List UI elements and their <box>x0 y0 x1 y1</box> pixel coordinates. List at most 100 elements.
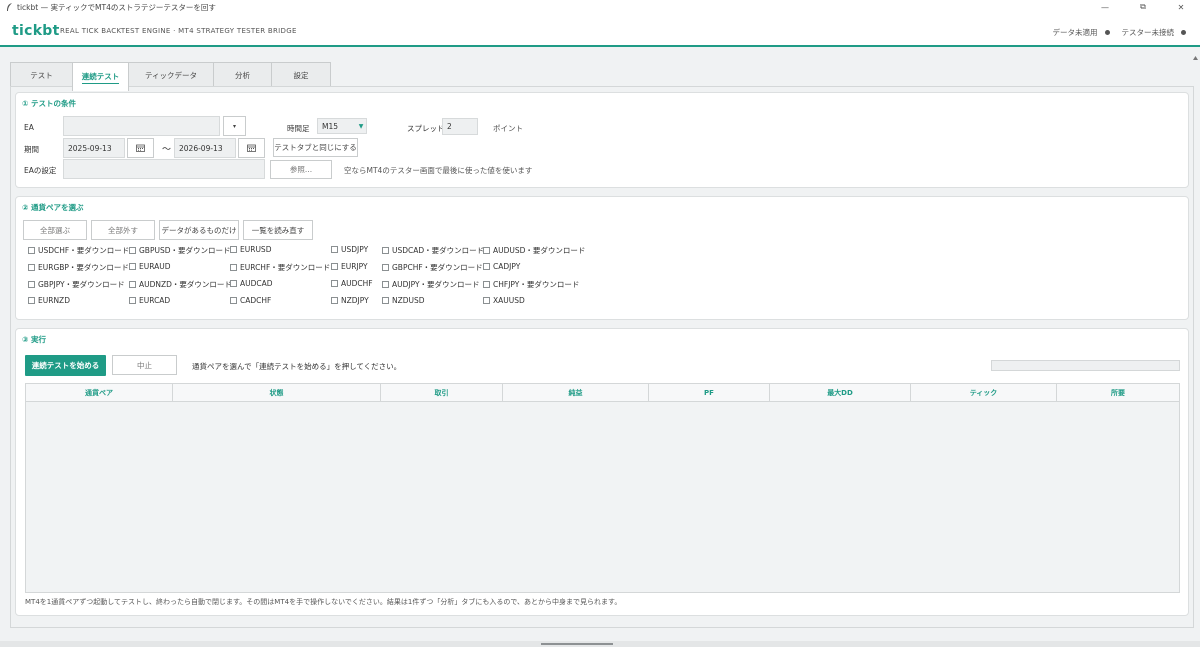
ea-settings-input[interactable] <box>63 159 265 179</box>
column-header[interactable]: 純益 <box>503 384 649 402</box>
pair-checkbox[interactable]: GBPUSD・要ダウンロード <box>129 245 231 256</box>
column-header[interactable]: 取引 <box>381 384 503 402</box>
checkbox-icon[interactable] <box>483 297 490 304</box>
pair-checkbox[interactable]: XAUUSD <box>483 296 525 305</box>
column-header[interactable]: ティック <box>911 384 1057 402</box>
checkbox-icon[interactable] <box>129 247 136 254</box>
tab-analysis-label: 分析 <box>235 71 250 80</box>
checkbox-icon[interactable] <box>230 264 237 271</box>
close-button[interactable]: ✕ <box>1162 0 1200 14</box>
checkbox-icon[interactable] <box>230 280 237 287</box>
start-batch-button[interactable]: 連続テストを始める <box>25 355 106 376</box>
stop-button[interactable]: 中止 <box>112 355 177 375</box>
tab-tick-data[interactable]: ティックデータ <box>128 62 214 88</box>
column-header[interactable]: 最大DD <box>770 384 911 402</box>
tab-test[interactable]: テスト <box>10 62 73 88</box>
tab-settings[interactable]: 設定 <box>271 62 331 88</box>
checkbox-icon[interactable] <box>331 263 338 270</box>
minimize-button[interactable]: — <box>1086 0 1124 14</box>
pair-checkbox[interactable]: USDCHF・要ダウンロード <box>28 245 129 256</box>
timeframe-label: 時間足 <box>287 124 310 133</box>
tab-analysis[interactable]: 分析 <box>213 62 272 88</box>
date-from-calendar-button[interactable] <box>127 138 154 158</box>
pair-label: USDCAD・要ダウンロード <box>392 246 485 255</box>
ea-input[interactable] <box>63 116 220 136</box>
checkbox-icon[interactable] <box>483 281 490 288</box>
checkbox-icon[interactable] <box>382 297 389 304</box>
pair-checkbox[interactable]: CADJPY <box>483 262 520 271</box>
pair-label: EURGBP・要ダウンロード <box>38 263 129 272</box>
date-to-calendar-button[interactable] <box>238 138 265 158</box>
run-footnote: MT4を1通貨ペアずつ起動してテストし、終わったら自動で閉じます。その間はMT4… <box>25 598 622 606</box>
browse-button[interactable]: 参照... <box>270 160 332 179</box>
column-header[interactable]: 所要 <box>1057 384 1179 402</box>
pair-checkbox[interactable]: GBPJPY・要ダウンロード <box>28 279 125 290</box>
checkbox-icon[interactable] <box>28 297 35 304</box>
run-section: ③ 実行 連続テストを始める 中止 通貨ペアを選んで「連続テストを始める」を押し… <box>15 328 1189 616</box>
pair-checkbox[interactable]: AUDNZD・要ダウンロード <box>129 279 232 290</box>
same-as-test-button[interactable]: テストタブと同じにする <box>273 138 358 157</box>
pair-label: AUDCAD <box>240 279 273 288</box>
checkbox-icon[interactable] <box>129 263 136 270</box>
checkbox-icon[interactable] <box>483 247 490 254</box>
checkbox-icon[interactable] <box>331 280 338 287</box>
checkbox-icon[interactable] <box>230 246 237 253</box>
checkbox-icon[interactable] <box>129 297 136 304</box>
date-to-input[interactable]: 2026-09-13 <box>174 138 236 158</box>
pair-checkbox[interactable]: EURNZD <box>28 296 70 305</box>
pair-checkbox[interactable]: AUDUSD・要ダウンロード <box>483 245 585 256</box>
app-header: tickbt REAL TICK BACKTEST ENGINE · MT4 S… <box>0 14 1200 47</box>
horizontal-scrollbar[interactable] <box>0 641 1200 647</box>
ea-dropdown-button[interactable]: ▾ <box>223 116 246 136</box>
checkbox-icon[interactable] <box>230 297 237 304</box>
pair-label: EURJPY <box>341 262 368 271</box>
pair-checkbox[interactable]: EURCHF・要ダウンロード <box>230 262 330 273</box>
tester-status-text: テスター未接続 <box>1121 28 1175 37</box>
spread-input[interactable]: 2 <box>442 118 478 135</box>
column-header[interactable]: PF <box>649 384 770 402</box>
pair-checkbox[interactable]: AUDCAD <box>230 279 273 288</box>
pair-checkbox[interactable]: EURGBP・要ダウンロード <box>28 262 129 273</box>
pair-checkbox[interactable]: CADCHF <box>230 296 271 305</box>
checkbox-icon[interactable] <box>483 263 490 270</box>
checkbox-icon[interactable] <box>28 264 35 271</box>
pair-checkbox[interactable]: CHFJPY・要ダウンロード <box>483 279 579 290</box>
pair-checkbox[interactable]: EURUSD <box>230 245 271 254</box>
scrollbar-thumb[interactable] <box>541 643 613 645</box>
pair-checkbox[interactable]: AUDCHF <box>331 279 373 288</box>
calendar-icon <box>247 144 256 152</box>
pair-checkbox[interactable]: GBPCHF・要ダウンロード <box>382 262 483 273</box>
checkbox-icon[interactable] <box>331 246 338 253</box>
timeframe-select[interactable]: M15 ▼ <box>317 118 367 134</box>
restore-button[interactable]: ⧉ <box>1124 0 1162 14</box>
select-all-button[interactable]: 全部選ぶ <box>23 220 87 240</box>
with-data-only-button[interactable]: データがあるものだけ <box>159 220 239 240</box>
checkbox-icon[interactable] <box>28 281 35 288</box>
checkbox-icon[interactable] <box>129 281 136 288</box>
data-status-text: データ未適用 <box>1052 28 1098 37</box>
pair-checkbox[interactable]: NZDUSD <box>382 296 425 305</box>
calendar-icon <box>136 144 145 152</box>
pair-checkbox[interactable]: EURJPY <box>331 262 368 271</box>
pair-checkbox[interactable]: AUDJPY・要ダウンロード <box>382 279 480 290</box>
period-tilde: 〜 <box>162 145 172 155</box>
date-from-input[interactable]: 2025-09-13 <box>63 138 125 158</box>
pair-checkbox[interactable]: EURAUD <box>129 262 171 271</box>
checkbox-icon[interactable] <box>382 264 389 271</box>
checkbox-icon[interactable] <box>382 281 389 288</box>
checkbox-icon[interactable] <box>382 247 389 254</box>
tab-batch-test[interactable]: 連続テスト <box>72 62 129 91</box>
pair-checkbox[interactable]: USDCAD・要ダウンロード <box>382 245 484 256</box>
scroll-up-arrow-icon[interactable] <box>1193 54 1198 64</box>
period-label: 期間 <box>24 145 39 154</box>
checkbox-icon[interactable] <box>331 297 338 304</box>
pair-checkbox[interactable]: NZDJPY <box>331 296 369 305</box>
deselect-all-button[interactable]: 全部外す <box>91 220 155 240</box>
pair-checkbox[interactable]: EURCAD <box>129 296 170 305</box>
column-header[interactable]: 状態 <box>173 384 381 402</box>
column-header[interactable]: 通貨ペア <box>26 384 173 402</box>
checkbox-icon[interactable] <box>28 247 35 254</box>
pair-label: NZDUSD <box>392 296 425 305</box>
reload-list-button[interactable]: 一覧を読み直す <box>243 220 313 240</box>
pair-checkbox[interactable]: USDJPY <box>331 245 368 254</box>
